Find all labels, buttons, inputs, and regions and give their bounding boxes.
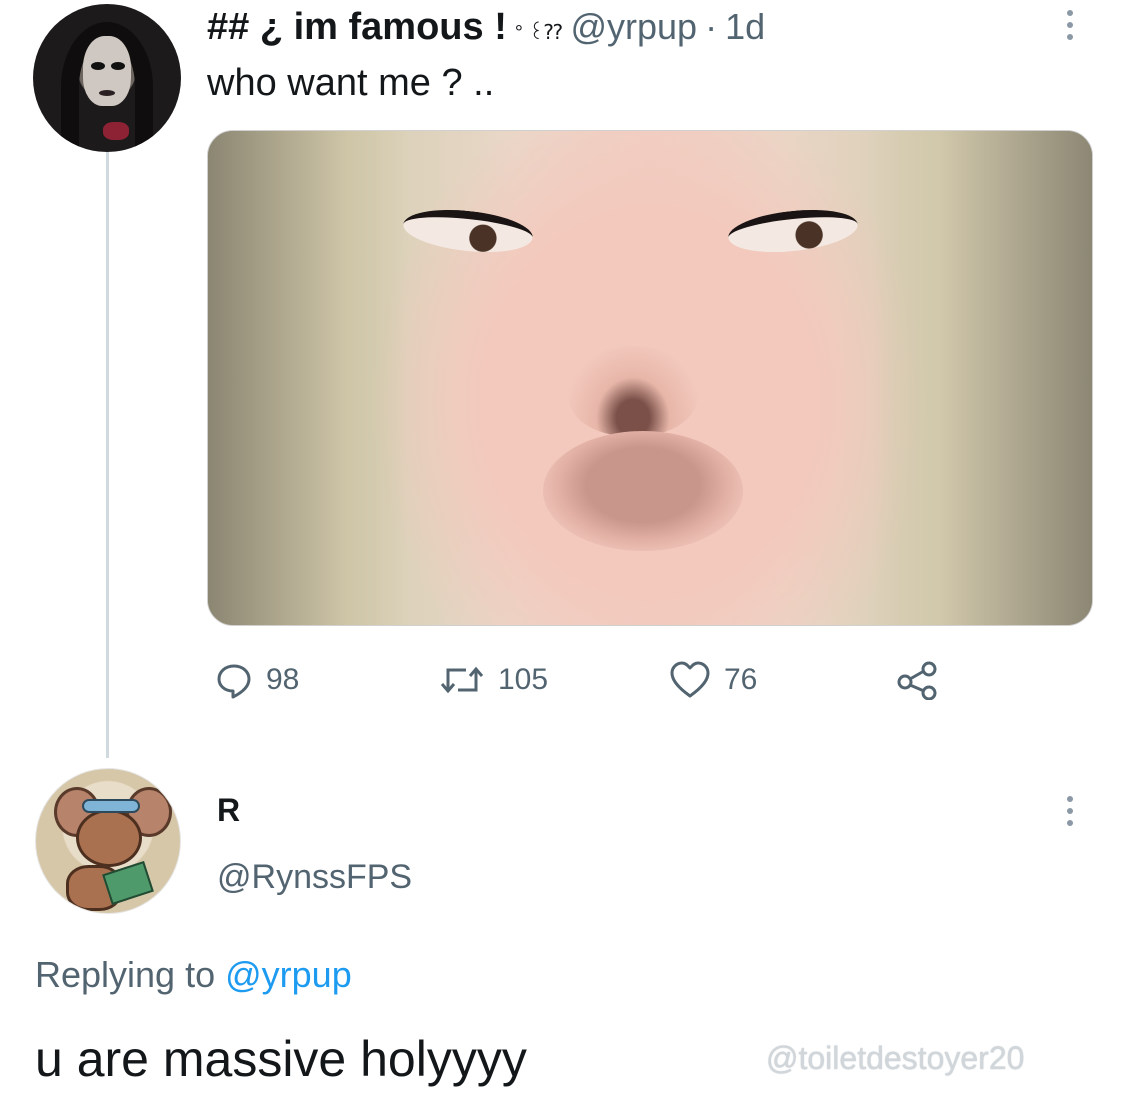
replying-to-mention[interactable]: @yrpup — [225, 954, 352, 995]
retweet-button[interactable]: 105 — [438, 660, 548, 700]
comment-bubble-icon — [214, 660, 254, 700]
replier-display-name[interactable]: R — [217, 792, 240, 829]
more-options-icon[interactable] — [1060, 10, 1080, 40]
tweet-text: who want me ? .. — [207, 62, 495, 104]
author-display-name[interactable]: ## ¿ im famous ! — [207, 6, 507, 49]
share-button[interactable] — [896, 660, 940, 700]
replying-to-label: Replying to — [35, 954, 216, 995]
retweet-count: 105 — [498, 663, 549, 696]
reply-more-options-icon[interactable] — [1060, 796, 1080, 826]
tweet-header: ## ¿ im famous ! ° ꒰⁇ @yrpup · 1d — [207, 6, 765, 50]
watermark: @toiletdestoyer20 — [766, 1040, 1025, 1076]
tweet-action-bar: 98 105 76 — [0, 660, 1125, 710]
author-handle[interactable]: @yrpup — [570, 6, 697, 48]
retweet-arrows-icon — [438, 660, 486, 700]
tweet-thread-screenshot: ## ¿ im famous ! ° ꒰⁇ @yrpup · 1d who wa… — [0, 0, 1125, 1094]
like-count: 76 — [724, 663, 758, 696]
replying-to-line: Replying to @yrpup — [35, 954, 352, 996]
tweet-timestamp[interactable]: 1d — [725, 6, 765, 48]
separator-dot: · — [705, 6, 718, 47]
reply-text: u are massive holyyyy — [35, 1031, 527, 1087]
author-avatar[interactable] — [33, 4, 181, 152]
like-button[interactable]: 76 — [668, 660, 757, 700]
replier-handle[interactable]: @RynssFPS — [217, 858, 412, 897]
replier-avatar[interactable] — [35, 768, 181, 914]
name-decoration: ° ꒰⁇ — [514, 22, 563, 44]
share-nodes-icon — [896, 660, 940, 700]
tweet-photo[interactable] — [207, 130, 1093, 626]
reply-button[interactable]: 98 — [214, 660, 299, 700]
heart-icon — [668, 660, 712, 700]
reply-count: 98 — [266, 663, 300, 696]
